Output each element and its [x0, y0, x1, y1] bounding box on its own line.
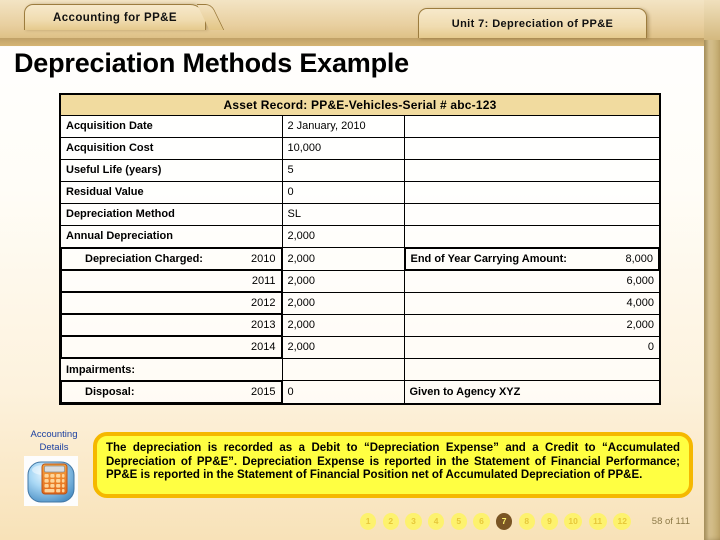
row-note-cell — [403, 114, 661, 138]
table-row: 2011 2,000 6,000 — [60, 269, 661, 293]
page-dot-4[interactable]: 4 — [428, 512, 445, 530]
row-value: 0 — [281, 180, 405, 204]
row-note-cell — [403, 136, 661, 160]
row-value: 2,000 — [281, 313, 405, 337]
row-label: Annual Depreciation — [59, 224, 283, 248]
table-row: Impairments: — [59, 358, 661, 381]
row-note-label: Given to Agency XYZ — [403, 380, 661, 405]
row-year: 2013 — [251, 319, 276, 331]
page-dot-2[interactable]: 2 — [382, 512, 399, 530]
right-edge-strip — [704, 0, 720, 540]
table-row: Depreciation Method SL — [59, 202, 661, 226]
page-dot-9[interactable]: 9 — [541, 512, 558, 530]
row-label-cell: 2013 — [61, 314, 282, 336]
row-label: Impairments: — [59, 358, 283, 381]
page-dot-11[interactable]: 11 — [588, 512, 607, 530]
page-dot-10[interactable]: 10 — [564, 512, 583, 530]
row-note-value: 0 — [403, 335, 661, 359]
row-value: 2 January, 2010 — [281, 114, 405, 138]
page-dot-8[interactable]: 8 — [518, 512, 535, 530]
row-label: Useful Life (years) — [59, 158, 283, 182]
row-label: Acquisition Date — [59, 114, 283, 138]
row-note-value: 4,000 — [403, 291, 661, 315]
row-label: Depreciation Method — [59, 202, 283, 226]
table-row: 2013 2,000 2,000 — [60, 313, 661, 337]
row-note-cell — [403, 202, 661, 226]
tab-course-label: Accounting for PP&E — [53, 11, 177, 24]
row-note-cell — [403, 158, 661, 182]
table-row: Depreciation Charged: 2010 2,000 End of Yea… — [60, 246, 660, 271]
row-year: 2010 — [251, 252, 276, 265]
row-label-cell: 2014 — [61, 336, 282, 358]
row-value — [281, 358, 405, 381]
slide-canvas: Accounting for PP&E Unit 7: Depreciation… — [0, 0, 720, 540]
row-note-cell — [403, 224, 661, 248]
row-note-cell: End of Year Carrying Amount: 8,000 — [404, 247, 660, 270]
page-dot-5[interactable]: 5 — [450, 512, 467, 530]
row-value: 2,000 — [281, 269, 405, 293]
row-value: 2,000 — [281, 246, 405, 271]
row-label: Residual Value — [59, 180, 283, 204]
row-year: 2012 — [251, 297, 276, 309]
row-note-value: 8,000 — [625, 252, 654, 265]
row-label-cell: 2012 — [61, 292, 282, 314]
table-row: 2012 2,000 4,000 — [60, 291, 661, 315]
table-row: Disposal: 2015 0 Given to Agency XYZ — [60, 380, 661, 405]
row-value: 5 — [281, 158, 405, 182]
asset-record-table: Asset Record: PP&E-Vehicles-Serial # abc… — [59, 93, 662, 405]
page-navigation[interactable]: 1 2 3 4 5 6 7 8 9 10 11 12 58 of 111 — [360, 508, 690, 534]
row-note-cell — [403, 180, 661, 204]
page-dot-12[interactable]: 12 — [613, 512, 632, 530]
page-dot-6[interactable]: 6 — [473, 512, 490, 530]
callout-text: The depreciation is recorded as a Debit … — [106, 442, 680, 482]
row-value: 10,000 — [281, 136, 405, 160]
row-note-value: 2,000 — [403, 313, 661, 337]
row-label-cell: Disposal: 2015 — [61, 381, 282, 403]
row-label: Disposal: — [85, 386, 135, 398]
accounting-details-line2: Details — [39, 442, 69, 453]
calculator-icon — [24, 456, 78, 506]
row-value: 2,000 — [281, 224, 405, 248]
table-body: Acquisition Date 2 January, 2010 Acquisiti… — [59, 114, 661, 405]
tab-unit-label: Unit 7: Depreciation of PP&E — [451, 17, 614, 30]
row-label-cell: 2011 — [61, 270, 282, 292]
row-value: 0 — [281, 380, 405, 405]
row-value: 2,000 — [281, 291, 405, 315]
row-value: 2,000 — [281, 335, 405, 359]
accounting-details-label: Accounting Details — [14, 428, 94, 454]
page-dot-1[interactable]: 1 — [360, 512, 377, 530]
page-dot-3[interactable]: 3 — [405, 512, 422, 530]
accounting-details-line1: Accounting — [30, 429, 78, 440]
row-year: 2015 — [251, 386, 276, 398]
row-year: 2011 — [251, 275, 276, 287]
table-row: 2014 2,000 0 — [60, 335, 661, 359]
table-row: Useful Life (years) 5 — [59, 158, 661, 182]
table-caption-row: Asset Record: PP&E-Vehicles-Serial # abc… — [59, 93, 661, 116]
row-note-cell — [403, 358, 661, 381]
top-band-shadow — [0, 38, 720, 47]
table-row: Acquisition Cost 10,000 — [59, 136, 661, 160]
table-row: Annual Depreciation 2,000 — [59, 224, 661, 248]
row-value: SL — [281, 202, 405, 226]
tab-course[interactable]: Accounting for PP&E — [24, 4, 225, 30]
row-note-label: End of Year Carrying Amount: — [410, 252, 567, 265]
right-edge-strip-top — [704, 0, 720, 40]
table-row: Acquisition Date 2 January, 2010 — [59, 114, 661, 138]
table-caption: Asset Record: PP&E-Vehicles-Serial # abc… — [59, 93, 661, 116]
page-title: Depreciation Methods Example — [14, 48, 409, 78]
row-note-value: 6,000 — [403, 269, 661, 293]
tab-unit[interactable]: Unit 7: Depreciation of PP&E — [418, 8, 647, 38]
title-divider — [10, 85, 688, 89]
row-label-cell: Depreciation Charged: 2010 — [61, 247, 282, 270]
row-year: 2014 — [251, 341, 276, 353]
table-row: Residual Value 0 — [59, 180, 661, 204]
accounting-details-callout: The depreciation is recorded as a Debit … — [93, 432, 693, 498]
row-label: Depreciation Charged: — [85, 252, 203, 265]
page-dot-7[interactable]: 7 — [496, 512, 513, 530]
page-counter: 58 of 111 — [651, 515, 690, 527]
row-label: Acquisition Cost — [59, 136, 283, 160]
